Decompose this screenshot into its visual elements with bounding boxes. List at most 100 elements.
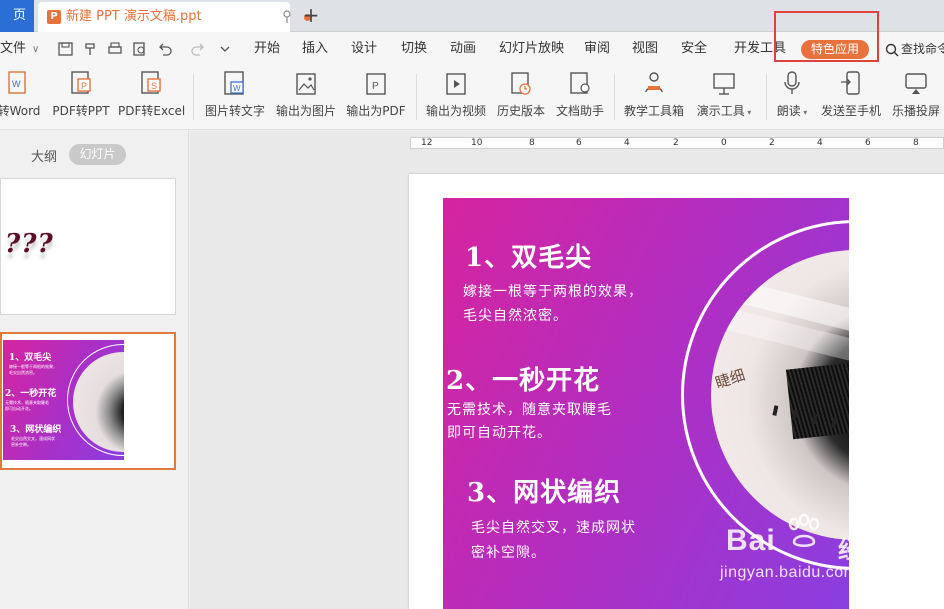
thumbnail-gradient-background: 1、双毛尖 嫁接一根等于两根的效果， 毛尖自然浓密。 2、一秒开花 无需技术，随… (3, 340, 124, 460)
chevron-down-icon: ∨ (32, 44, 40, 55)
save-icon[interactable] (58, 42, 74, 56)
thumbnail-heading-1: 1、双毛尖 (9, 353, 52, 363)
export-image-icon (296, 73, 316, 95)
tool-pdf-to-word[interactable]: W 转Word (0, 70, 44, 126)
send-to-phone-icon (841, 71, 860, 95)
print-icon[interactable] (107, 42, 123, 56)
tool-label: 图片转文字 (204, 104, 265, 118)
menu-item-transitions[interactable]: 切换 (401, 32, 427, 66)
svg-text:S: S (151, 81, 157, 91)
ruler-tick: 8 (913, 138, 919, 148)
tool-pdf-to-ppt[interactable]: P PDF转PPT (52, 70, 110, 126)
svg-text:W: W (233, 84, 241, 93)
slide-body-2-line1: 无需技术，随意夹取睫毛 (447, 402, 612, 418)
redo-icon[interactable] (190, 42, 206, 56)
tool-label: 演示工具 ▾ (696, 104, 752, 118)
screen-cast-icon (905, 73, 927, 94)
thumbnail-question-marks: ??? (5, 229, 54, 259)
ruler-tick: 6 (576, 138, 582, 148)
toolbar: W 转Word P PDF转PPT S PDF转Excel W 图片转文字 输出… (0, 66, 944, 130)
ruler-tick: 8 (529, 138, 535, 148)
menu-item-home[interactable]: 开始 (254, 32, 280, 66)
doc-assistant-icon (570, 72, 590, 94)
ruler-tick: 2 (769, 138, 775, 148)
ruler-tick: 4 (624, 138, 630, 148)
thumbnail-heading-2: 2、一秒开花 (5, 389, 57, 399)
thumbnail-body-1b: 毛尖自然浓密。 (9, 370, 37, 375)
tool-history[interactable]: 历史版本 (495, 70, 547, 126)
history-icon (511, 72, 531, 95)
toolbar-divider (416, 74, 417, 120)
tool-label: 朗读 ▾ (776, 104, 808, 118)
teaching-tools-icon (645, 72, 663, 93)
search-command-label: 查找命令 (901, 42, 944, 56)
slide-body-2-line2: 即可自动开花。 (447, 425, 552, 441)
tool-label: 文档助手 (555, 104, 604, 118)
tool-export-pdf[interactable]: P 输出为PDF (345, 70, 407, 126)
ppt-file-icon: P (47, 10, 61, 24)
tool-image-to-text[interactable]: W 图片转文字 (203, 70, 267, 126)
menu-item-view[interactable]: 视图 (632, 32, 658, 66)
menu-item-slideshow[interactable]: 幻灯片放映 (499, 32, 564, 66)
menu-item-review[interactable]: 审阅 (584, 32, 610, 66)
tool-pdf-to-excel[interactable]: S PDF转Excel (118, 70, 186, 126)
watermark-brand-latin: Bai (726, 524, 776, 557)
tool-doc-assistant[interactable]: 文档助手 (554, 70, 606, 126)
watermark-brand-cn: 经验 (838, 536, 886, 564)
menu-item-insert[interactable]: 插入 (302, 32, 328, 66)
undo-icon[interactable] (157, 42, 173, 56)
tool-label: 转Word (0, 104, 41, 118)
tool-export-video[interactable]: 输出为视频 (424, 70, 488, 126)
tool-presentation-tools[interactable]: 演示工具 ▾ (695, 70, 753, 126)
slide-body-3-line2: 密补空隙。 (471, 545, 546, 561)
tool-label: PDF转PPT (52, 104, 110, 118)
tool-send-to-phone[interactable]: 发送至手机 (818, 70, 884, 126)
customize-dropdown-icon[interactable] (217, 42, 233, 56)
tab-outline[interactable]: 大纲 (31, 146, 57, 165)
new-tab-button[interactable]: + (300, 5, 322, 27)
highlight-annotation-box (774, 11, 879, 62)
tool-label: 输出为PDF (346, 104, 406, 118)
ruler-tick: 4 (817, 138, 823, 148)
thumbnail-body-2b: 即可自动开花。 (5, 406, 33, 411)
slide-thumbnail-1[interactable]: ??? (0, 178, 176, 315)
photo-package-label: 睫细 (713, 365, 748, 393)
document-tab[interactable]: P 新建 PPT 演示文稿.ppt (38, 2, 311, 32)
tool-label: PDF转Excel (118, 104, 186, 118)
menu-item-design[interactable]: 设计 (351, 32, 377, 66)
tool-label: 乐播投屏 (891, 104, 940, 118)
search-command[interactable]: 查找命令 (885, 32, 944, 66)
thumbnail-heading-3: 3、网状编织 (10, 425, 62, 435)
export-video-icon (446, 73, 466, 95)
slide-body-1-line1: 嫁接一根等于两根的效果， (463, 284, 643, 300)
tool-read-aloud[interactable]: 朗读 ▾ (772, 70, 812, 126)
document-tab-title: 新建 PPT 演示文稿.ppt (66, 9, 202, 24)
tool-label: 历史版本 (496, 104, 545, 118)
watermark-url: jingyan.baidu.com (720, 564, 858, 581)
print-preview-icon[interactable] (132, 42, 148, 56)
svg-text:W: W (12, 79, 21, 89)
tool-export-image[interactable]: 输出为图片 (275, 70, 337, 126)
tool-screen-cast[interactable]: 乐播投屏 (889, 70, 943, 126)
ruler-tick: 12 (421, 138, 433, 148)
tab-slides[interactable]: 幻灯片 (69, 144, 126, 165)
pin-icon[interactable] (282, 10, 292, 24)
pdf-to-word-icon: W (8, 71, 26, 94)
read-aloud-icon (784, 71, 800, 94)
slide-heading-3: 3、网状编织 (467, 478, 622, 508)
menu-item-animations[interactable]: 动画 (450, 32, 476, 66)
search-icon (885, 43, 899, 56)
home-tab[interactable]: 页 (0, 0, 34, 32)
svg-text:P: P (81, 81, 87, 91)
file-menu-label: 文件 (0, 41, 27, 56)
ruler-tick: 6 (865, 138, 871, 148)
format-painter-icon[interactable] (83, 42, 99, 56)
tool-teaching-toolbox[interactable]: 教学工具箱 (622, 70, 686, 126)
menu-item-security[interactable]: 安全 (681, 32, 707, 66)
file-menu[interactable]: 文件 ∨ (0, 32, 39, 67)
slide-thumbnail-2[interactable]: 1、双毛尖 嫁接一根等于两根的效果， 毛尖自然浓密。 2、一秒开花 无需技术，随… (0, 332, 176, 470)
slide-heading-2: 2、一秒开花 (446, 366, 601, 396)
tool-label: 输出为视频 (425, 104, 486, 118)
presentation-tools-icon (713, 73, 735, 95)
slide-body-3-line1: 毛尖自然交叉，速成网状 (471, 520, 636, 536)
